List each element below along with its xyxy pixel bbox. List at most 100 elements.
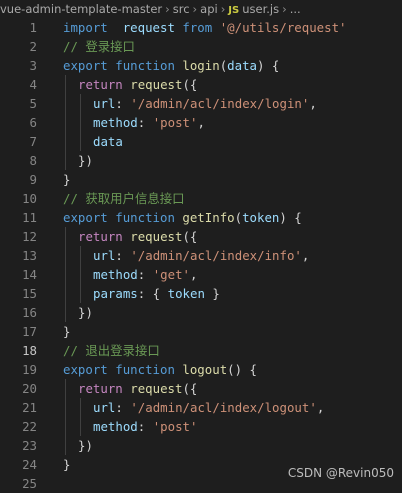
code-token: data bbox=[93, 134, 123, 149]
code-token: '/admin/acl/index/info' bbox=[130, 248, 302, 263]
code-token: ({ bbox=[182, 381, 198, 396]
breadcrumb-folder-src[interactable]: src bbox=[173, 0, 190, 18]
code-line[interactable]: 9} bbox=[0, 170, 402, 189]
code-token: } bbox=[63, 172, 71, 187]
code-text: export function login(data) { bbox=[63, 56, 279, 75]
line-number: 22 bbox=[22, 419, 37, 434]
line-number: 2 bbox=[29, 39, 37, 54]
code-token: // 登录接口 bbox=[63, 39, 135, 54]
code-line[interactable]: 2 // 登录接口 bbox=[0, 37, 402, 56]
code-token: : bbox=[115, 400, 131, 415]
code-line[interactable]: 19 export function logout() { bbox=[0, 360, 402, 379]
breadcrumb-file[interactable]: user.js bbox=[242, 0, 279, 18]
code-token: : { bbox=[137, 286, 168, 301]
code-token: request bbox=[130, 381, 183, 396]
breadcrumb-folder-api[interactable]: api bbox=[200, 0, 218, 18]
line-number: 17 bbox=[22, 324, 37, 339]
code-text: return request({ bbox=[78, 227, 197, 246]
indent-guide bbox=[65, 379, 66, 398]
code-line[interactable]: 5 url: '/admin/acl/index/login', bbox=[0, 94, 402, 113]
code-token: function bbox=[115, 210, 175, 225]
line-number: 18 bbox=[22, 343, 37, 358]
code-token: } bbox=[63, 457, 71, 472]
code-token: method bbox=[93, 267, 138, 282]
code-line[interactable]: 15 params: { token } bbox=[0, 284, 402, 303]
code-token: export bbox=[63, 210, 108, 225]
code-text: // 登录接口 bbox=[63, 37, 135, 56]
code-text: method: 'post' bbox=[93, 417, 197, 436]
line-number: 12 bbox=[22, 229, 37, 244]
code-line[interactable]: 16}) bbox=[0, 303, 402, 322]
code-token: , bbox=[301, 248, 310, 263]
code-token: } bbox=[63, 324, 71, 339]
code-line[interactable]: 3 export function login(data) { bbox=[0, 56, 402, 75]
indent-guide bbox=[65, 113, 66, 132]
code-line[interactable]: 7 data bbox=[0, 132, 402, 151]
code-token: ({ bbox=[182, 229, 198, 244]
indent-guide bbox=[65, 398, 66, 417]
code-line[interactable]: 4 return request({ bbox=[0, 75, 402, 94]
line-number: 13 bbox=[22, 248, 37, 263]
indent-guide bbox=[65, 151, 66, 170]
code-line[interactable]: 12 return request({ bbox=[0, 227, 402, 246]
code-line[interactable]: 11 export function getInfo(token) { bbox=[0, 208, 402, 227]
watermark: CSDN @Revin050 bbox=[287, 466, 394, 480]
code-token: ( bbox=[234, 210, 243, 225]
code-line[interactable]: 8}) bbox=[0, 151, 402, 170]
line-number: 23 bbox=[22, 438, 37, 453]
line-number: 20 bbox=[22, 381, 37, 396]
code-line[interactable]: 6 method: 'post', bbox=[0, 113, 402, 132]
code-token: , bbox=[197, 115, 205, 130]
code-token: login bbox=[182, 58, 220, 73]
code-line[interactable]: 10 // 获取用户信息接口 bbox=[0, 189, 402, 208]
breadcrumb-more[interactable]: ... bbox=[290, 0, 301, 18]
code-text: // 获取用户信息接口 bbox=[63, 189, 185, 208]
code-line[interactable]: 13 url: '/admin/acl/index/info', bbox=[0, 246, 402, 265]
code-token: request bbox=[130, 77, 183, 92]
code-text: url: '/admin/acl/index/logout', bbox=[93, 398, 324, 417]
code-token: }) bbox=[78, 153, 93, 168]
code-token: : bbox=[115, 96, 131, 111]
code-text: url: '/admin/acl/index/login', bbox=[93, 94, 317, 113]
code-token: url bbox=[93, 248, 116, 263]
code-line[interactable]: 17} bbox=[0, 322, 402, 341]
code-token: return bbox=[78, 77, 123, 92]
indent-guide bbox=[65, 132, 66, 151]
code-line[interactable]: 20 return request({ bbox=[0, 379, 402, 398]
code-text: return request({ bbox=[78, 75, 197, 94]
code-token: import bbox=[63, 20, 108, 35]
code-editor[interactable]: 1 import request from '@/utils/request' 2 /… bbox=[0, 18, 402, 491]
code-token: getInfo bbox=[182, 210, 235, 225]
code-token: logout bbox=[182, 362, 228, 377]
code-line[interactable]: 22 method: 'post' bbox=[0, 417, 402, 436]
code-text: }) bbox=[78, 151, 93, 170]
code-token: , bbox=[316, 400, 325, 415]
breadcrumb-project[interactable]: vue-admin-template-master bbox=[0, 0, 162, 18]
code-line[interactable]: 1 import request from '@/utils/request' bbox=[0, 18, 402, 37]
indent-guide bbox=[80, 94, 81, 113]
line-number: 24 bbox=[22, 457, 37, 472]
code-text: data bbox=[93, 132, 123, 151]
code-token: , bbox=[309, 96, 317, 111]
line-number: 4 bbox=[29, 77, 37, 92]
code-token: data bbox=[227, 58, 258, 73]
code-token: : bbox=[137, 115, 153, 130]
code-token: url bbox=[93, 400, 116, 415]
line-number: 3 bbox=[29, 58, 37, 73]
line-number: 1 bbox=[29, 20, 37, 35]
line-number: 21 bbox=[22, 400, 37, 415]
code-line[interactable]: 21 url: '/admin/acl/index/logout', bbox=[0, 398, 402, 417]
code-text: }) bbox=[78, 303, 93, 322]
chevron-right-icon: › bbox=[220, 2, 226, 16]
code-text: export function getInfo(token) { bbox=[63, 208, 302, 227]
code-token: : bbox=[137, 267, 153, 282]
indent-guide bbox=[65, 303, 66, 322]
line-number: 19 bbox=[22, 362, 37, 377]
code-text: url: '/admin/acl/index/info', bbox=[93, 246, 309, 265]
line-number: 7 bbox=[29, 134, 37, 149]
code-line[interactable]: 14 method: 'get', bbox=[0, 265, 402, 284]
code-line[interactable]: 23}) bbox=[0, 436, 402, 455]
code-token: token bbox=[167, 286, 205, 301]
code-line[interactable]: 18 // 退出登录接口 bbox=[0, 341, 402, 360]
